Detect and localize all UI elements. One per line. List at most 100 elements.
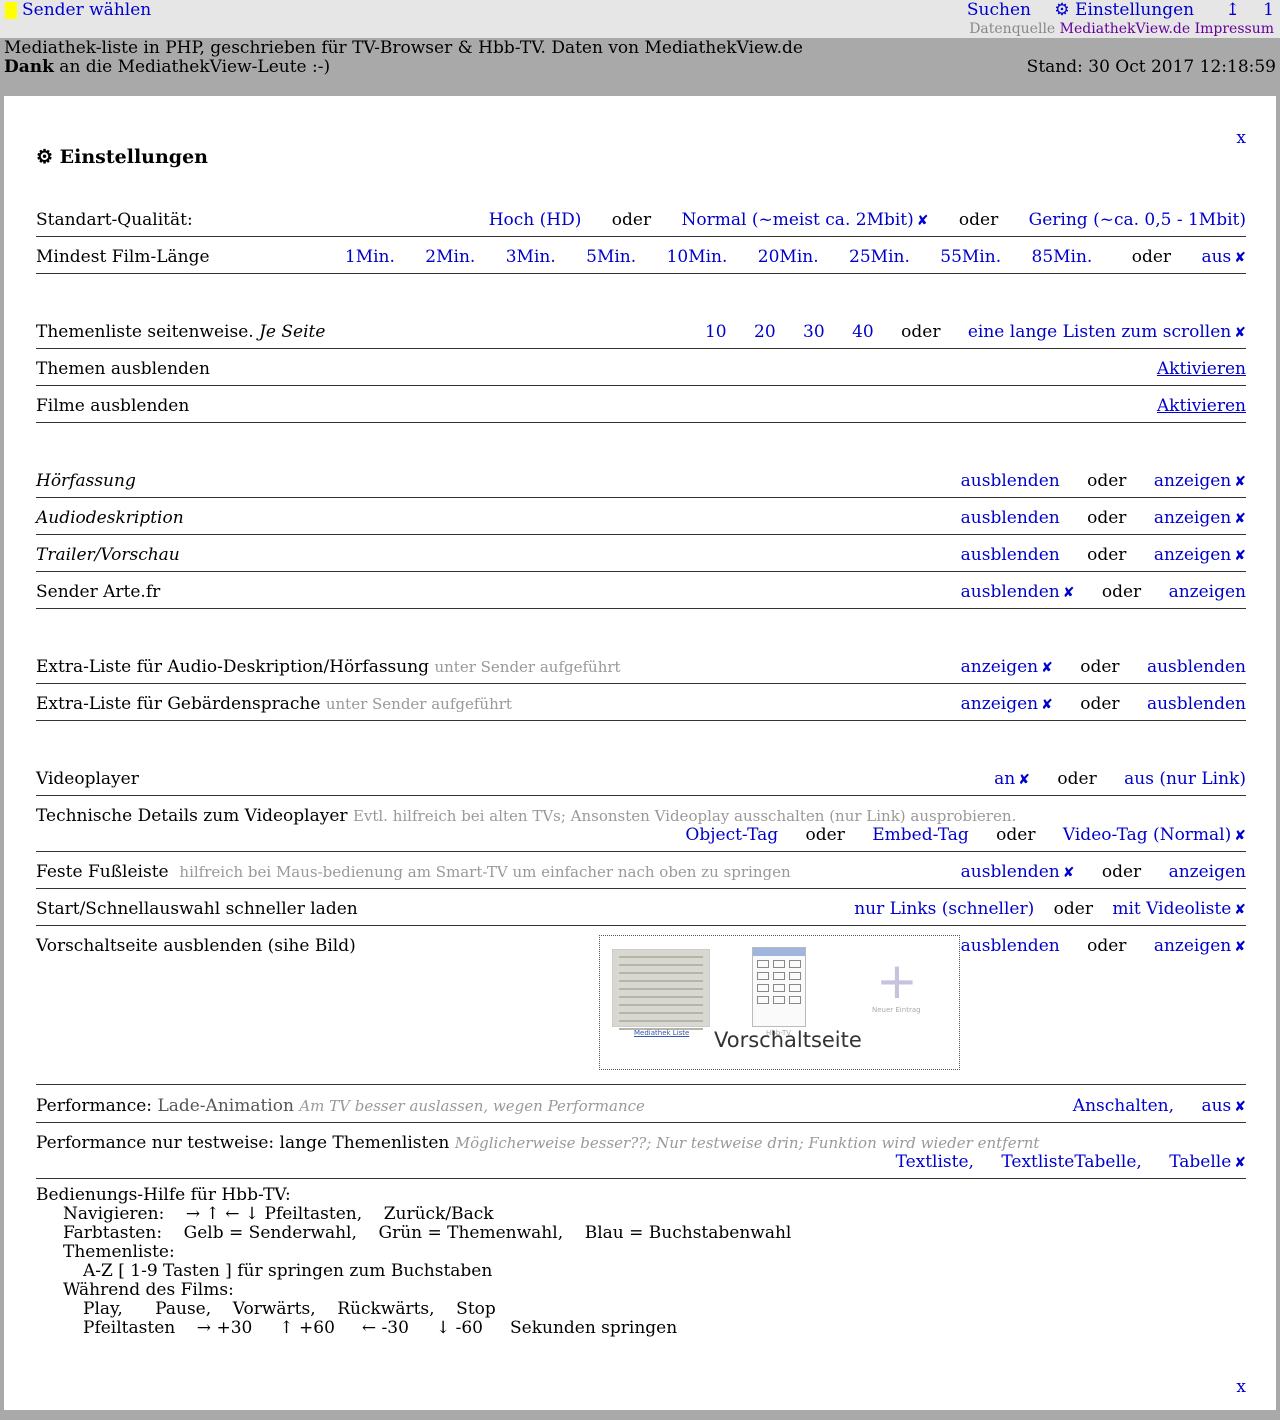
- datenquelle: Datenquelle MediathekView.de Impressum: [969, 21, 1274, 37]
- trailer-ausblenden[interactable]: ausblenden: [961, 545, 1060, 565]
- textlistetabelle-link[interactable]: TextlisteTabelle,: [1001, 1152, 1141, 1172]
- filmlaenge-25min[interactable]: 25Min.: [849, 247, 910, 267]
- info-bar: Mediathek-liste in PHP, geschrieben für …: [0, 38, 1280, 96]
- filmlaenge-20min[interactable]: 20Min.: [758, 247, 819, 267]
- selected-check-icon: ✘: [1041, 660, 1053, 676]
- extra-audio-anzeigen[interactable]: anzeigen: [961, 657, 1038, 677]
- audiodeskription-label: Audiodeskription: [36, 508, 184, 528]
- row-performance: Performance: Lade-Animation Am TV besser…: [36, 1086, 1246, 1123]
- yellow-key-marker: [5, 2, 17, 19]
- sender-waehlen-link[interactable]: Sender wählen: [22, 0, 151, 20]
- vorschalt-ausblenden[interactable]: ausblenden: [961, 936, 1060, 956]
- hoerfassung-anzeigen[interactable]: anzeigen: [1154, 471, 1231, 491]
- videoplayer-label: Videoplayer: [36, 769, 139, 789]
- videoplayer-aus-link[interactable]: aus (nur Link): [1124, 769, 1246, 789]
- oder-text: oder: [1053, 899, 1093, 919]
- extra-gebaerden-hint: unter Sender aufgeführt: [325, 695, 512, 713]
- filmlaenge-5min[interactable]: 5Min.: [586, 247, 636, 267]
- filmlaenge-85min[interactable]: 85Min.: [1032, 247, 1093, 267]
- row-extra-gebaerden: Extra-Liste für Gebärdensprache unter Se…: [36, 684, 1246, 721]
- performance-aus-link[interactable]: aus: [1201, 1096, 1231, 1116]
- help-farbtasten: Farbtasten: Gelb = Senderwahl, Grün = Th…: [63, 1223, 792, 1243]
- audiodeskription-ausblenden[interactable]: ausblenden: [961, 508, 1060, 528]
- themen-aktivieren-link[interactable]: Aktivieren: [1157, 359, 1246, 379]
- vorschalt-anzeigen[interactable]: anzeigen: [1154, 936, 1231, 956]
- vorschalt-label: Vorschaltseite ausblenden (sihe Bild): [36, 936, 356, 956]
- hoerfassung-ausblenden[interactable]: ausblenden: [961, 471, 1060, 491]
- fussleiste-anzeigen[interactable]: anzeigen: [1169, 862, 1246, 882]
- datenquelle-label: Datenquelle: [969, 21, 1056, 37]
- filmlaenge-2min[interactable]: 2Min.: [425, 247, 475, 267]
- fussleiste-ausblenden[interactable]: ausblenden: [961, 862, 1060, 882]
- tabelle-link[interactable]: Tabelle: [1169, 1152, 1231, 1172]
- selected-check-icon: ✘: [1234, 474, 1246, 490]
- object-tag-link[interactable]: Object-Tag: [685, 825, 778, 845]
- performance-hint: Am TV besser auslassen, wegen Performanc…: [299, 1097, 645, 1115]
- dank-text: an die MediathekView-Leute :-): [53, 57, 331, 77]
- anschalten-link[interactable]: Anschalten,: [1073, 1096, 1174, 1116]
- row-start: Start/Schnellauswahl schneller laden nur…: [36, 889, 1246, 926]
- trailer-anzeigen[interactable]: anzeigen: [1154, 545, 1231, 565]
- selected-check-icon: ✘: [1234, 511, 1246, 527]
- extra-gebaerden-ausblenden[interactable]: ausblenden: [1147, 694, 1246, 714]
- embed-tag-link[interactable]: Embed-Tag: [872, 825, 969, 845]
- oder-text: oder: [1087, 508, 1127, 528]
- selected-check-icon: ✘: [916, 213, 929, 229]
- themenliste-40[interactable]: 40: [852, 322, 874, 342]
- lade-animation-label: Lade-Animation: [157, 1096, 294, 1116]
- themenliste-lang-link[interactable]: eine lange Listen zum scrollen: [968, 322, 1231, 342]
- page-number-link[interactable]: 1: [1263, 0, 1274, 20]
- arte-anzeigen[interactable]: anzeigen: [1169, 582, 1246, 602]
- filmlaenge-55min[interactable]: 55Min.: [940, 247, 1001, 267]
- suchen-link[interactable]: Suchen: [967, 0, 1031, 20]
- themenliste-30[interactable]: 30: [803, 322, 825, 342]
- scroll-top-icon[interactable]: ↥: [1226, 0, 1240, 20]
- quality-gering-link[interactable]: Gering (~ca. 0,5 - 1Mbit): [1029, 210, 1246, 230]
- close-button[interactable]: x: [1236, 128, 1246, 148]
- filmlaenge-1min[interactable]: 1Min.: [345, 247, 395, 267]
- fussleiste-label: Feste Fußleiste hilfreich bei Maus-bedie…: [36, 862, 791, 882]
- oder-text: oder: [1101, 582, 1142, 602]
- nur-links-link[interactable]: nur Links (schneller): [854, 899, 1034, 919]
- einstellungen-link[interactable]: ⚙ Einstellungen: [1054, 0, 1194, 20]
- help-az: A-Z [ 1-9 Tasten ] für springen zum Buch…: [83, 1261, 493, 1281]
- filme-aktivieren-link[interactable]: Aktivieren: [1157, 396, 1246, 416]
- selected-check-icon: ✘: [1234, 902, 1246, 918]
- selected-check-icon: ✘: [1234, 1099, 1246, 1115]
- oder-text: oder: [1131, 247, 1172, 267]
- quality-normal-link[interactable]: Normal (~meist ca. 2Mbit): [682, 210, 914, 230]
- extra-gebaerden-label-text: Extra-Liste für Gebärdensprache: [36, 694, 321, 714]
- help-navigieren: Navigieren: → ↑ ← ↓ Pfeiltasten, Zurück/…: [63, 1204, 494, 1224]
- impressum-link[interactable]: Impressum: [1195, 21, 1274, 37]
- hoerfassung-label: Hörfassung: [36, 471, 136, 491]
- themenliste-20[interactable]: 20: [754, 322, 776, 342]
- textliste-link[interactable]: Textliste,: [896, 1152, 974, 1172]
- themenliste-10[interactable]: 10: [705, 322, 727, 342]
- quality-hoch-link[interactable]: Hoch (HD): [489, 210, 582, 230]
- video-tag-link[interactable]: Video-Tag (Normal): [1063, 825, 1231, 845]
- mit-videoliste-link[interactable]: mit Videoliste: [1112, 899, 1231, 919]
- extra-audio-ausblenden[interactable]: ausblenden: [1147, 657, 1246, 677]
- mediathekview-link[interactable]: MediathekView.de: [1060, 21, 1190, 37]
- filmlaenge-3min[interactable]: 3Min.: [506, 247, 556, 267]
- fussleiste-label-text: Feste Fußleiste: [36, 862, 169, 882]
- selected-check-icon: ✘: [1234, 1155, 1246, 1171]
- close-button-bottom[interactable]: x: [1236, 1377, 1246, 1397]
- extra-audio-label: Extra-Liste für Audio-Deskription/Hörfas…: [36, 657, 621, 677]
- filmlaenge-10min[interactable]: 10Min.: [667, 247, 728, 267]
- help-pfeil: Pfeiltasten → +30 ↑ +60 ← -30 ↓ -60 Seku…: [83, 1318, 678, 1338]
- technische-label-text: Technische Details zum Videoplayer: [36, 806, 348, 826]
- row-technische-details: Technische Details zum Videoplayer Evtl.…: [36, 796, 1246, 852]
- filmlaenge-aus[interactable]: aus: [1201, 247, 1231, 267]
- extra-gebaerden-anzeigen[interactable]: anzeigen: [961, 694, 1038, 714]
- oder-text: oder: [611, 210, 652, 230]
- row-trailer: Trailer/Vorschau ausblenden oder anzeige…: [36, 535, 1246, 572]
- videoplayer-an[interactable]: an: [994, 769, 1015, 789]
- info-line: Mediathek-liste in PHP, geschrieben für …: [4, 38, 803, 58]
- audiodeskription-anzeigen[interactable]: anzeigen: [1154, 508, 1231, 528]
- arte-ausblenden[interactable]: ausblenden: [961, 582, 1060, 602]
- top-bar: Sender wählen Suchen ⚙ Einstellungen ↥ 1…: [0, 0, 1280, 38]
- hbbtv-thumbnail: [752, 947, 806, 1027]
- mediathek-thumb-label: Mediathek Liste: [634, 1029, 690, 1037]
- je-seite-label: Je Seite: [259, 322, 326, 342]
